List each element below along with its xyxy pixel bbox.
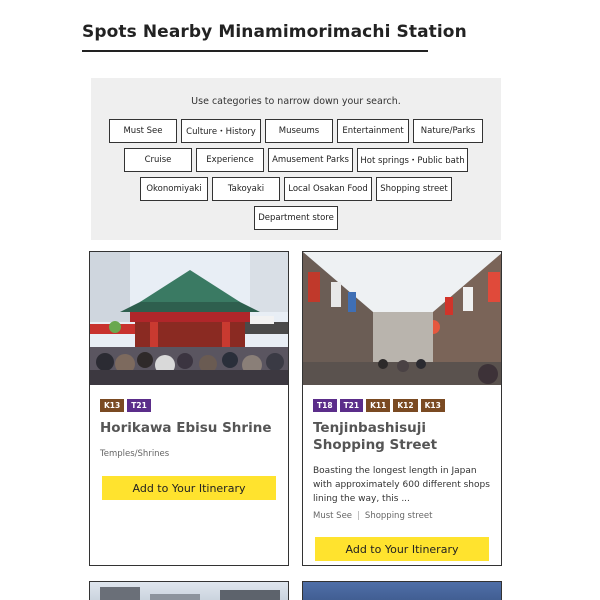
station-badge: K13 bbox=[420, 399, 445, 412]
add-to-itinerary-button[interactable]: Add to Your Itinerary bbox=[315, 537, 489, 561]
station-badges: K13 T21 bbox=[100, 399, 288, 412]
spot-title[interactable]: Horikawa Ebisu Shrine bbox=[100, 420, 278, 437]
spot-card-horikawa-ebisu[interactable]: K13 T21 Horikawa Ebisu Shrine Temples/Sh… bbox=[89, 251, 289, 566]
category-row: Department store bbox=[91, 206, 501, 230]
station-badge: T21 bbox=[127, 399, 151, 412]
category-row: Must See Culture・History Museums Enterta… bbox=[91, 119, 501, 143]
station-badge: K11 bbox=[366, 399, 391, 412]
spot-card-peek[interactable] bbox=[89, 581, 289, 600]
category-entertainment[interactable]: Entertainment bbox=[337, 119, 409, 143]
category-museums[interactable]: Museums bbox=[265, 119, 333, 143]
spot-card-peek[interactable] bbox=[302, 581, 502, 600]
category-row: Okonomiyaki Takoyaki Local Osakan Food S… bbox=[91, 177, 501, 201]
shrine-photo[interactable] bbox=[90, 252, 288, 385]
category-cruise[interactable]: Cruise bbox=[124, 148, 192, 172]
spot-tags: Must See | Shopping street bbox=[313, 511, 491, 521]
category-department-store[interactable]: Department store bbox=[254, 206, 338, 230]
category-nature-parks[interactable]: Nature/Parks bbox=[413, 119, 483, 143]
category-takoyaki[interactable]: Takoyaki bbox=[212, 177, 280, 201]
filter-hint: Use categories to narrow down your searc… bbox=[191, 96, 401, 107]
station-badge: K12 bbox=[393, 399, 418, 412]
page-title: Spots Nearby Minamimorimachi Station bbox=[82, 22, 467, 42]
title-underline bbox=[82, 50, 428, 52]
station-badge: T21 bbox=[339, 399, 364, 412]
station-badges: T18 T21 K11 K12 K13 bbox=[313, 399, 501, 412]
category-filter-panel: Use categories to narrow down your searc… bbox=[91, 78, 501, 240]
shopping-arcade-photo[interactable] bbox=[303, 252, 501, 385]
spot-card-tenjinbashisuji[interactable]: T18 T21 K11 K12 K13 Tenjinbashisuji Shop… bbox=[302, 251, 502, 566]
category-experience[interactable]: Experience bbox=[196, 148, 264, 172]
category-must-see[interactable]: Must See bbox=[109, 119, 177, 143]
spot-tag: Shopping street bbox=[364, 511, 433, 521]
category-shopping-street[interactable]: Shopping street bbox=[376, 177, 452, 201]
spot-description: Boasting the longest length in Japan wit… bbox=[313, 466, 490, 504]
category-culture-history[interactable]: Culture・History bbox=[181, 119, 261, 143]
spot-category: Temples/Shrines bbox=[100, 449, 170, 459]
tag-separator: | bbox=[357, 511, 360, 521]
station-badge: K13 bbox=[100, 399, 125, 412]
spot-title[interactable]: Tenjinbashisuji Shopping Street bbox=[313, 420, 491, 454]
station-badge: T18 bbox=[313, 399, 337, 412]
category-hot-springs[interactable]: Hot springs・Public bath bbox=[357, 148, 468, 172]
add-to-itinerary-button[interactable]: Add to Your Itinerary bbox=[102, 476, 276, 500]
spot-tag: Must See bbox=[313, 511, 353, 521]
category-amusement-parks[interactable]: Amusement Parks bbox=[268, 148, 353, 172]
category-row: Cruise Experience Amusement Parks Hot sp… bbox=[91, 148, 501, 172]
category-okonomiyaki[interactable]: Okonomiyaki bbox=[140, 177, 208, 201]
category-local-osakan-food[interactable]: Local Osakan Food bbox=[284, 177, 372, 201]
